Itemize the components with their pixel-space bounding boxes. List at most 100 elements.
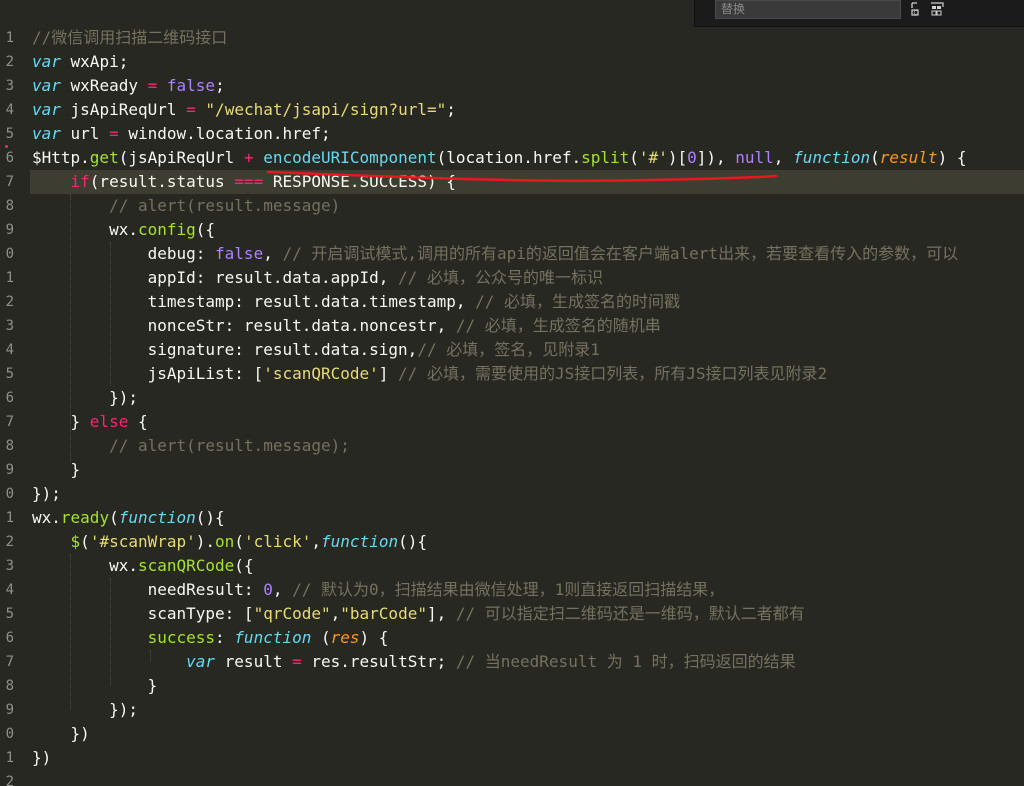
code-token: ], xyxy=(426,604,456,623)
code-token: 0 xyxy=(687,148,697,167)
code-line[interactable]: needResult: 0, // 默认为0，扫描结果由微信处理，1则直接返回扫… xyxy=(32,578,725,602)
code-line[interactable]: $('#scanWrap').on('click',function(){ xyxy=(32,530,427,554)
line-number: 6 xyxy=(5,390,14,406)
line-number: 3 xyxy=(5,78,14,94)
code-line[interactable]: var url = window.location.href; xyxy=(32,122,331,146)
code-line[interactable]: $Http.get(jsApiReqUrl + encodeURICompone… xyxy=(32,146,966,170)
code-token: = xyxy=(109,124,119,143)
code-token: var xyxy=(32,124,61,143)
code-token: if xyxy=(70,172,90,191)
code-line[interactable]: // alert(result.message) xyxy=(32,194,340,218)
code-token: (){ xyxy=(398,532,427,551)
code-token: wx. xyxy=(32,508,61,527)
code-token: signature: result.data.sign, xyxy=(32,340,418,359)
replace-input[interactable]: 替换 xyxy=(715,0,901,19)
line-number: 1 xyxy=(5,750,14,766)
code-token: (result.status xyxy=(89,172,235,191)
code-token: ) { xyxy=(359,628,389,647)
code-line[interactable]: signature: result.data.sign,// 必填，签名，见附录… xyxy=(32,338,600,362)
code-token: res.resultStr; xyxy=(301,652,456,671)
code-line[interactable]: var wxReady = false; xyxy=(32,74,225,98)
code-token: }); xyxy=(32,700,138,719)
code-token: '#scanWrap' xyxy=(89,532,196,551)
code-token: ( xyxy=(629,148,639,167)
code-line[interactable]: var wxApi; xyxy=(32,50,128,74)
code-token: on xyxy=(215,532,235,551)
code-token: encodeURIComponent xyxy=(263,148,437,167)
code-token: url xyxy=(60,124,110,143)
code-token: res xyxy=(330,628,360,647)
code-token: result xyxy=(879,148,938,167)
code-line[interactable]: scanType: ["qrCode","barCode"], // 可以指定扫… xyxy=(32,602,805,626)
code-line[interactable]: } xyxy=(32,458,81,482)
code-token: // alert(result.message) xyxy=(109,196,341,215)
code-line[interactable]: } xyxy=(32,674,158,698)
code-line[interactable]: var jsApiReqUrl = "/wechat/jsapi/sign?ur… xyxy=(32,98,456,122)
line-number: 0 xyxy=(5,246,14,262)
code-token: // 必填，生成签名的随机串 xyxy=(455,316,661,335)
line-number: 5 xyxy=(5,126,14,142)
code-line[interactable]: nonceStr: result.data.noncestr, // 必填，生成… xyxy=(32,314,661,338)
code-token: , xyxy=(330,604,341,623)
line-number: 4 xyxy=(5,342,14,358)
code-token: { xyxy=(128,412,148,431)
code-line[interactable]: }); xyxy=(32,698,138,722)
code-token: ({ xyxy=(234,556,254,575)
code-token: // 必填，公众号的唯一标识 xyxy=(398,268,603,287)
code-line[interactable]: success: function (res) { xyxy=(32,626,389,650)
code-line[interactable]: debug: false, // 开启调试模式,调用的所有api的返回值会在客户… xyxy=(32,242,958,266)
code-line[interactable]: appId: result.data.appId, // 必填，公众号的唯一标识 xyxy=(32,266,603,290)
code-line[interactable]: }) xyxy=(32,722,90,746)
code-line[interactable]: } else { xyxy=(32,410,148,434)
code-line[interactable]: // alert(result.message); xyxy=(32,434,350,458)
code-token: false xyxy=(166,76,216,95)
code-token: ). xyxy=(195,532,216,551)
code-token: // 必填，需要使用的JS接口列表，所有JS接口列表见附录2 xyxy=(398,364,828,383)
line-number: 8 xyxy=(5,438,14,454)
code-token: nonceStr: result.data.noncestr, xyxy=(32,316,456,335)
line-number: 4 xyxy=(5,582,14,598)
code-token: appId: result.data.appId, xyxy=(32,268,399,287)
code-line[interactable]: wx.scanQRCode({ xyxy=(32,554,254,578)
code-line[interactable]: //微信调用扫描二维码接口 xyxy=(32,26,227,50)
code-token: "/wechat/jsapi/sign?url=" xyxy=(205,100,447,119)
line-number: 2 xyxy=(5,294,14,310)
line-number: 6 xyxy=(5,150,14,166)
code-token: }); xyxy=(32,484,61,503)
preserve-case-toggle-icon[interactable]: C xyxy=(909,1,925,17)
code-line[interactable]: wx.config({ xyxy=(32,218,215,242)
code-token: else xyxy=(89,412,129,431)
code-token: === xyxy=(234,172,264,191)
code-token: = xyxy=(292,652,302,671)
code-token: jsApiReqUrl xyxy=(60,100,187,119)
code-line[interactable]: }); xyxy=(32,482,61,506)
replace-all-toggle-icon[interactable] xyxy=(929,1,945,17)
code-editor[interactable]: 1 2 3 4 5 6 7 8 9 0 1 2 3 4 5 6 7 8 9 0 1 2 3 4 5 6 7 8 9 0 1 2 //微信调用扫… xyxy=(0,0,1024,786)
code-token: // 必填，签名，见附录1 xyxy=(417,340,600,359)
code-token: ] xyxy=(378,364,399,383)
code-token: = xyxy=(186,100,196,119)
line-number: 7 xyxy=(5,174,14,190)
line-number-gutter: 1 2 3 4 5 6 7 8 9 0 1 2 3 4 5 6 7 8 9 0 1 2 3 4 5 6 7 8 9 0 1 2 xyxy=(0,0,22,786)
code-token: "barCode" xyxy=(340,604,427,623)
code-token: // 当needResult 为 1 时，扫码返回的结果 xyxy=(455,652,796,671)
code-token: ({ xyxy=(195,220,216,239)
code-line[interactable]: }) xyxy=(32,746,51,770)
code-token: 'scanQRCode' xyxy=(263,364,379,383)
code-token: 0 xyxy=(263,580,273,599)
code-token: wx. xyxy=(32,220,138,239)
code-line[interactable]: if(result.status === RESPONSE.SUCCESS) { xyxy=(32,170,456,194)
code-token: var xyxy=(32,100,61,119)
code-line[interactable]: timestamp: result.data.timestamp, // 必填，… xyxy=(32,290,680,314)
code-line[interactable]: var result = res.resultStr; // 当needResu… xyxy=(32,650,796,674)
code-token: wx. xyxy=(32,556,138,575)
code-line[interactable]: }); xyxy=(32,386,138,410)
code-line[interactable]: wx.ready(function(){ xyxy=(32,506,225,530)
code-token: // 默认为0，扫描结果由微信处理，1则直接返回扫描结果， xyxy=(292,580,725,599)
code-line[interactable]: jsApiList: ['scanQRCode'] // 必填，需要使用的JS接… xyxy=(32,362,828,386)
